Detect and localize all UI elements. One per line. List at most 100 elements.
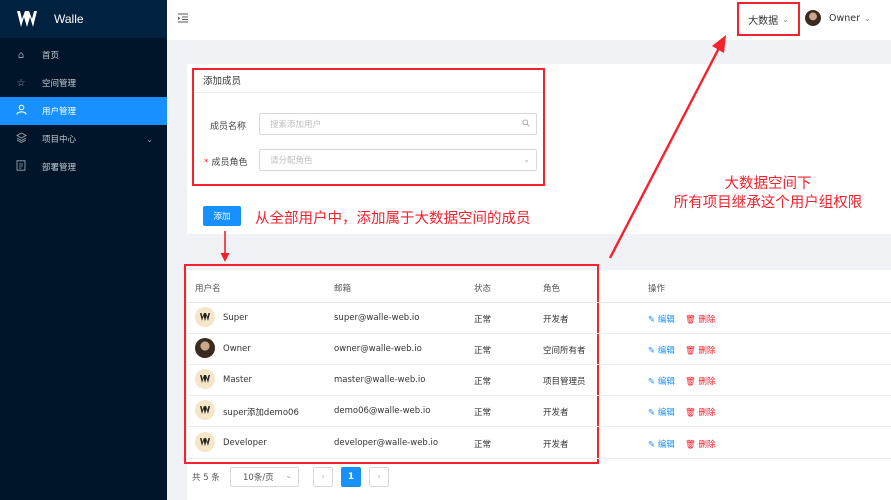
star-icon: ☆ (16, 77, 26, 89)
sidebar-item-label: 首页 (42, 51, 60, 61)
arrow-down-head (220, 253, 230, 262)
divider (194, 92, 543, 93)
edit-button[interactable]: ✎ 编辑 (648, 344, 675, 356)
space-name: 大数据 (748, 15, 779, 27)
page-size-select[interactable]: 10条/页 ⌄ (230, 467, 299, 487)
column-header-username[interactable]: 用户名 (195, 282, 221, 294)
row-divider (187, 426, 891, 427)
search-icon (522, 119, 530, 129)
edit-label: 编辑 (657, 377, 675, 387)
edit-icon: ✎ (648, 346, 656, 356)
page-size-value: 10条/页 (243, 473, 274, 483)
column-header-email[interactable]: 邮箱 (334, 282, 351, 294)
sidebar-item-users[interactable]: 用户管理 (0, 97, 167, 125)
sidebar-item-home[interactable]: ⌂ 首页 (0, 41, 167, 69)
walle-logo-icon (16, 8, 38, 30)
status-cell: 正常 (474, 408, 492, 418)
status-cell: 正常 (474, 440, 492, 450)
trash-icon: 🗑 (685, 346, 696, 356)
delete-label: 删除 (698, 377, 716, 387)
trash-icon: 🗑 (685, 440, 696, 450)
space-selector[interactable]: 大数据 ⌄ (737, 2, 800, 36)
member-search-input[interactable]: 搜索添加用户 (259, 113, 537, 135)
chevron-down-icon: ⌄ (285, 471, 292, 480)
username-cell: Owner (223, 344, 251, 354)
chevron-down-icon: ⌄ (782, 14, 789, 24)
chevron-down-icon: ⌄ (523, 155, 530, 164)
column-header-status[interactable]: 状态 (474, 282, 491, 294)
username-cell: super添加demo06 (223, 408, 299, 418)
column-header-actions: 操作 (648, 284, 666, 294)
email-cell: developer@walle-web.io (334, 438, 439, 448)
edit-icon: ✎ (648, 315, 656, 325)
edit-button[interactable]: ✎ 编辑 (648, 438, 675, 450)
avatar (195, 307, 215, 327)
row-divider (187, 458, 891, 459)
delete-label: 删除 (698, 315, 716, 325)
app-name: Walle (54, 12, 84, 26)
delete-button[interactable]: 🗑 删除 (685, 438, 716, 450)
edit-icon: ✎ (648, 408, 656, 418)
sidebar-item-deploy[interactable]: 部署管理 (0, 153, 167, 181)
pagination-total: 共 5 条 (192, 473, 220, 483)
home-icon: ⌂ (17, 49, 25, 61)
trash-icon: 🗑 (685, 408, 696, 418)
delete-button[interactable]: 🗑 删除 (685, 344, 716, 356)
user-menu[interactable]: Owner ⌄ (805, 10, 871, 26)
sidebar-item-label: 用户管理 (42, 107, 77, 117)
email-cell: demo06@walle-web.io (334, 406, 431, 416)
edit-button[interactable]: ✎ 编辑 (648, 406, 675, 418)
edit-button[interactable]: ✎ 编辑 (648, 375, 675, 387)
trash-icon: 🗑 (685, 315, 696, 325)
page-button-current[interactable]: 1 (341, 467, 361, 487)
status-cell: 正常 (474, 346, 492, 356)
edit-label: 编辑 (657, 408, 675, 418)
sidebar-item-projects[interactable]: 项目中心 ⌄ (0, 125, 167, 153)
row-divider (187, 333, 891, 334)
card-title: 添加成员 (203, 76, 242, 87)
required-mark: * (204, 158, 209, 168)
sidebar: Walle ⌂ 首页 ☆ 空间管理 用户管理 项目中心 ⌄ 部署管理 (0, 0, 167, 500)
delete-button[interactable]: 🗑 删除 (685, 313, 716, 325)
chevron-down-icon: ⌄ (864, 13, 871, 23)
sidebar-item-label: 项目中心 (42, 135, 77, 145)
logo[interactable]: Walle (0, 0, 167, 38)
edit-button[interactable]: ✎ 编辑 (648, 313, 675, 325)
column-header-role[interactable]: 角色 (543, 282, 560, 294)
edit-label: 编辑 (657, 315, 675, 325)
username-cell: Developer (223, 438, 267, 448)
next-page-button[interactable]: › (369, 467, 389, 487)
chevron-down-icon: ⌄ (146, 134, 153, 144)
role-cell: 空间所有者 (543, 346, 586, 356)
role-cell: 开发者 (543, 408, 569, 418)
menu-fold-icon[interactable] (177, 12, 191, 26)
user-icon (14, 104, 28, 118)
email-cell: super@walle-web.io (334, 313, 420, 323)
sidebar-item-label: 空间管理 (42, 79, 77, 89)
username-cell: Super (223, 313, 248, 323)
member-role-label: * 成员角色 (204, 155, 248, 168)
delete-button[interactable]: 🗑 删除 (685, 406, 716, 418)
avatar (195, 369, 215, 389)
role-cell: 开发者 (543, 315, 569, 325)
status-cell: 正常 (474, 315, 492, 325)
delete-button[interactable]: 🗑 删除 (685, 375, 716, 387)
sidebar-item-label: 部署管理 (42, 163, 77, 173)
trash-icon: 🗑 (685, 377, 696, 387)
role-cell: 项目管理员 (543, 377, 586, 387)
user-name: Owner (829, 12, 861, 24)
edit-label: 编辑 (657, 440, 675, 450)
annotation-space-note-line1: 大数据空间下 (724, 176, 812, 192)
prev-page-button[interactable]: ‹ (313, 467, 333, 487)
role-select-placeholder: 请分配角色 (270, 156, 313, 166)
role-select[interactable]: 请分配角色 ⌄ (259, 149, 537, 171)
annotation-space-note-line2: 所有项目继承这个用户组权限 (673, 195, 863, 211)
delete-label: 删除 (698, 408, 716, 418)
avatar (195, 400, 215, 420)
status-cell: 正常 (474, 377, 492, 387)
edit-label: 编辑 (657, 346, 675, 356)
avatar (805, 10, 821, 26)
sidebar-item-space[interactable]: ☆ 空间管理 (0, 69, 167, 97)
edit-icon: ✎ (648, 377, 656, 387)
add-button[interactable]: 添加 (203, 206, 241, 226)
